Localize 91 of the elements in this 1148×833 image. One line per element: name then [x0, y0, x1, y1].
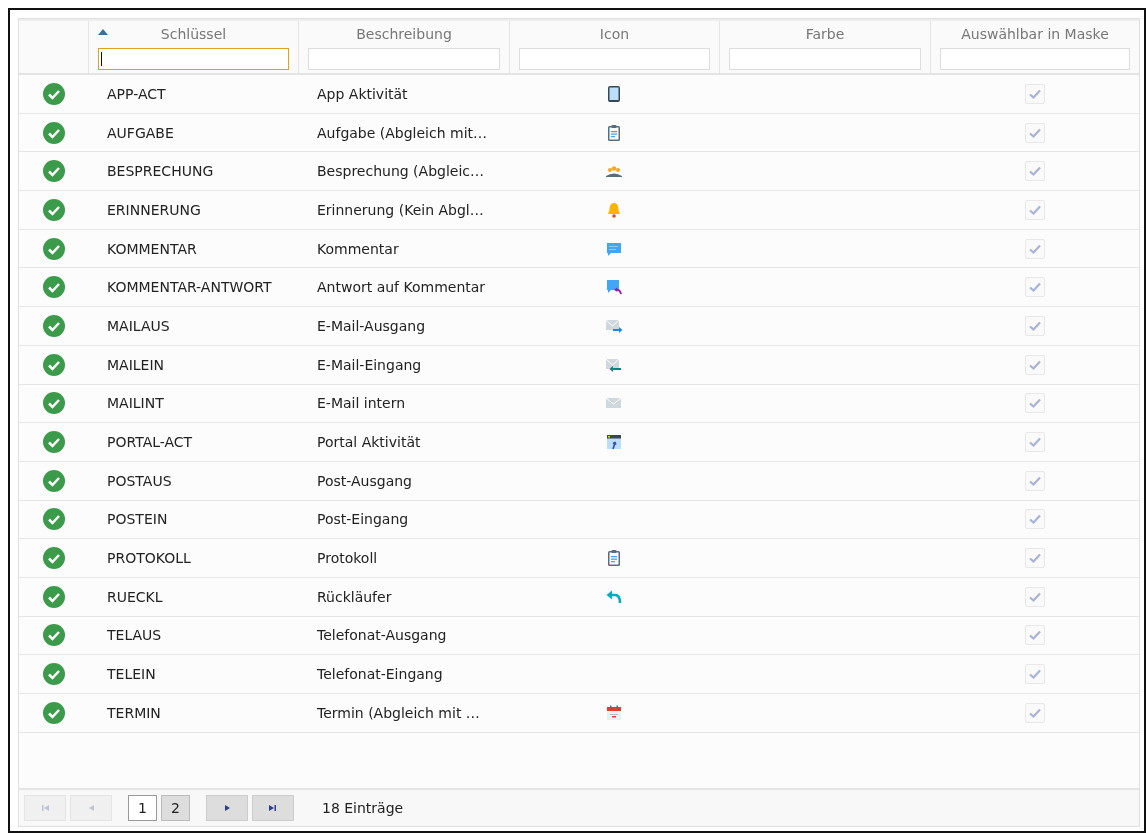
- key-cell-text: KOMMENTAR-ANTWORT: [106, 279, 273, 296]
- key-cell-text: POSTAUS: [106, 472, 173, 489]
- column-header[interactable]: Icon: [599, 25, 630, 43]
- key-cell-text: POSTEIN: [106, 511, 169, 528]
- checkmark-icon: [1027, 126, 1042, 139]
- checkbox[interactable]: [1024, 509, 1045, 530]
- checkbox[interactable]: [1024, 548, 1045, 569]
- checkbox[interactable]: [1024, 122, 1045, 143]
- column-header[interactable]: Farbe: [805, 25, 845, 43]
- filter-field[interactable]: [519, 48, 710, 70]
- bell-icon: [605, 200, 623, 219]
- checkbox[interactable]: [1024, 238, 1045, 259]
- description-cell-text: Kommentar: [316, 240, 400, 257]
- calendar-icon: [605, 703, 623, 722]
- description-cell-text: Telefonat-Eingang: [316, 666, 444, 683]
- tablet-icon: [605, 84, 623, 103]
- checkbox[interactable]: [1024, 625, 1045, 646]
- key-cell-text: PORTAL-ACT: [106, 434, 194, 451]
- key-cell-text: MAILAUS: [106, 317, 171, 334]
- checkmark-icon: [1027, 203, 1042, 216]
- checkbox[interactable]: [1024, 432, 1045, 453]
- checkmark-icon: [1027, 87, 1042, 100]
- last-page-icon: [267, 802, 279, 814]
- checkmark-icon: [1027, 629, 1042, 642]
- checkmark-icon: [1027, 668, 1042, 681]
- last-page-button[interactable]: [252, 795, 294, 821]
- description-cell-text: E-Mail intern: [316, 395, 407, 412]
- checkmark-icon: [1027, 319, 1042, 332]
- speech-bubble-arrow-icon: [605, 278, 623, 297]
- description-cell-text: Aufgabe (Abgleich mit…: [316, 124, 489, 141]
- entry-count: 18 Einträge: [322, 800, 404, 816]
- first-page-icon: [39, 802, 51, 814]
- column-header[interactable]: Schlüssel: [160, 25, 227, 43]
- page-button[interactable]: 2: [161, 795, 190, 821]
- key-cell-text: MAILINT: [106, 395, 165, 412]
- filter-field[interactable]: [940, 48, 1130, 70]
- checkmark-icon: [1027, 358, 1042, 371]
- clipboard-icon: [605, 123, 623, 142]
- description-cell-text: Erinnerung (Kein Abgl…: [316, 201, 485, 218]
- description-cell-text: Post-Eingang: [316, 511, 410, 528]
- checkmark-icon: [1027, 165, 1042, 178]
- checkmark-icon: [1027, 474, 1042, 487]
- checkmark-icon: [1027, 552, 1042, 565]
- key-cell-text: ERINNERUNG: [106, 201, 202, 218]
- clipboard-icon: [605, 549, 623, 568]
- key-cell-text: RUECKL: [106, 588, 164, 605]
- key-cell-text: AUFGABE: [106, 124, 175, 141]
- description-cell-text: App Aktivität: [316, 85, 409, 102]
- key-cell-text: TELAUS: [106, 627, 163, 644]
- column-header[interactable]: Beschreibung: [356, 25, 452, 43]
- description-cell-text: Post-Ausgang: [316, 472, 413, 489]
- checkbox[interactable]: [1024, 354, 1045, 375]
- checkbox[interactable]: [1024, 277, 1045, 298]
- filter-field[interactable]: [729, 48, 921, 70]
- key-cell-text: APP-ACT: [106, 85, 167, 102]
- checkbox[interactable]: [1024, 83, 1045, 104]
- next-page-button[interactable]: [206, 795, 248, 821]
- key-cell-text: TELEIN: [106, 666, 157, 683]
- checkbox[interactable]: [1024, 315, 1045, 336]
- checkbox[interactable]: [1024, 199, 1045, 220]
- checkbox[interactable]: [1024, 702, 1045, 723]
- checkmark-icon: [1027, 706, 1042, 719]
- filter-field[interactable]: [98, 48, 289, 70]
- checkmark-icon: [1027, 590, 1042, 603]
- checkmark-icon: [1027, 242, 1042, 255]
- checkbox[interactable]: [1024, 470, 1045, 491]
- filter-field[interactable]: [308, 48, 500, 70]
- key-cell-text: KOMMENTAR: [106, 240, 198, 257]
- key-cell-text: BESPRECHUNG: [106, 163, 215, 180]
- description-cell-text: Besprechung (Abgleic…: [316, 163, 485, 180]
- checkbox[interactable]: [1024, 586, 1045, 607]
- checkmark-icon: [1027, 436, 1042, 449]
- checkmark-icon: [1027, 513, 1042, 526]
- description-cell-text: Antwort auf Kommentar: [316, 279, 487, 296]
- key-cell-text: TERMIN: [106, 704, 162, 721]
- description-cell-text: E-Mail-Ausgang: [316, 317, 427, 334]
- checkmark-icon: [1027, 397, 1042, 410]
- column-header[interactable]: Auswählbar in Maske: [961, 25, 1109, 43]
- description-cell-text: Termin (Abgleich mit …: [316, 704, 481, 721]
- checkbox[interactable]: [1024, 664, 1045, 685]
- key-cell-text: MAILEIN: [106, 356, 166, 373]
- description-cell-text: Telefonat-Ausgang: [316, 627, 448, 644]
- description-cell-text: E-Mail-Eingang: [316, 356, 423, 373]
- key-cell-text: PROTOKOLL: [106, 550, 192, 567]
- checkbox[interactable]: [1024, 393, 1045, 414]
- description-cell-text: Protokoll: [316, 550, 379, 567]
- checkbox[interactable]: [1024, 161, 1045, 182]
- description-cell-text: Rückläufer: [316, 588, 393, 605]
- description-cell-text: Portal Aktivität: [316, 434, 422, 451]
- checkmark-icon: [1027, 281, 1042, 294]
- page-button[interactable]: 1: [128, 795, 157, 821]
